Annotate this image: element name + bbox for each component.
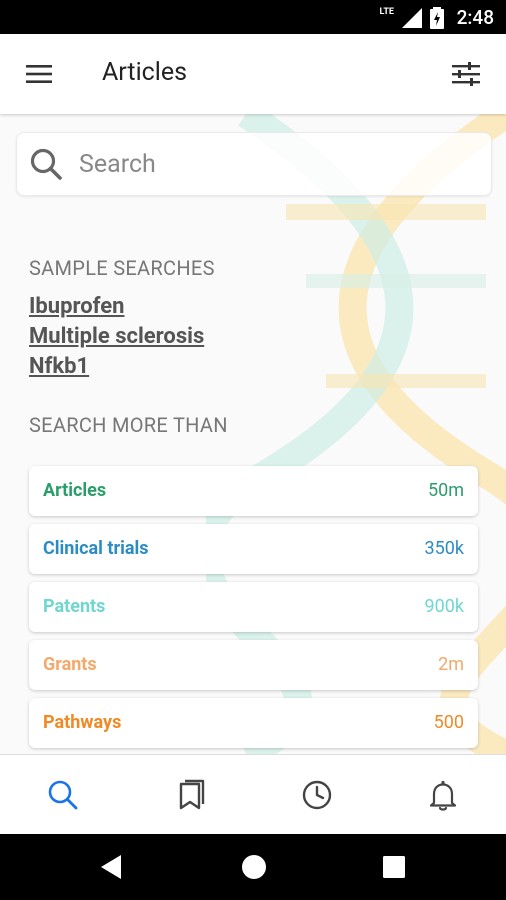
card-label: Pathways xyxy=(43,712,122,733)
main-content[interactable]: SAMPLE SEARCHES Ibuprofen Multiple scler… xyxy=(0,114,506,754)
status-bar: LTE 2:48 xyxy=(0,0,506,34)
category-card-patents[interactable]: Patents 900k xyxy=(29,582,478,632)
notifications-icon[interactable] xyxy=(425,777,461,813)
bookmarks-icon[interactable] xyxy=(172,777,208,813)
status-time: 2:48 xyxy=(456,6,494,29)
card-label: Articles xyxy=(43,480,107,501)
category-card-grants[interactable]: Grants 2m xyxy=(29,640,478,690)
sample-searches-heading: SAMPLE SEARCHES xyxy=(29,256,215,280)
home-icon[interactable] xyxy=(239,852,269,882)
category-card-clinical-trials[interactable]: Clinical trials 350k xyxy=(29,524,478,574)
card-count: 50m xyxy=(427,480,464,501)
menu-icon[interactable] xyxy=(24,60,56,88)
category-card-pathways[interactable]: Pathways 500 xyxy=(29,698,478,748)
app-bar: Articles xyxy=(0,34,506,114)
status-icons: LTE xyxy=(379,7,444,29)
card-label: Clinical trials xyxy=(43,538,149,559)
back-icon[interactable] xyxy=(97,852,127,882)
sample-search-link[interactable]: Nfkb1 xyxy=(29,354,89,379)
bottom-navigation xyxy=(0,754,506,835)
card-count: 500 xyxy=(433,712,464,733)
sample-search-link[interactable]: Ibuprofen xyxy=(29,294,124,319)
signal-icon xyxy=(402,8,422,28)
card-count: 350k xyxy=(424,538,464,559)
card-label: Grants xyxy=(43,654,97,675)
search-more-heading: SEARCH MORE THAN xyxy=(29,413,228,437)
search-input[interactable] xyxy=(77,143,481,185)
search-icon xyxy=(30,148,62,180)
sample-search-link[interactable]: Multiple sclerosis xyxy=(29,324,204,349)
lte-label: LTE xyxy=(379,7,394,17)
history-icon[interactable] xyxy=(299,777,335,813)
search-bar[interactable] xyxy=(16,132,492,196)
battery-icon xyxy=(430,7,444,29)
card-count: 2m xyxy=(438,654,464,675)
card-label: Patents xyxy=(43,596,106,617)
filter-settings-icon[interactable] xyxy=(450,60,482,88)
search-icon[interactable] xyxy=(45,777,81,813)
card-count: 900k xyxy=(424,596,464,617)
recents-icon[interactable] xyxy=(379,852,409,882)
page-title: Articles xyxy=(102,58,187,87)
system-navigation-bar xyxy=(0,834,506,900)
category-card-articles[interactable]: Articles 50m xyxy=(29,466,478,516)
